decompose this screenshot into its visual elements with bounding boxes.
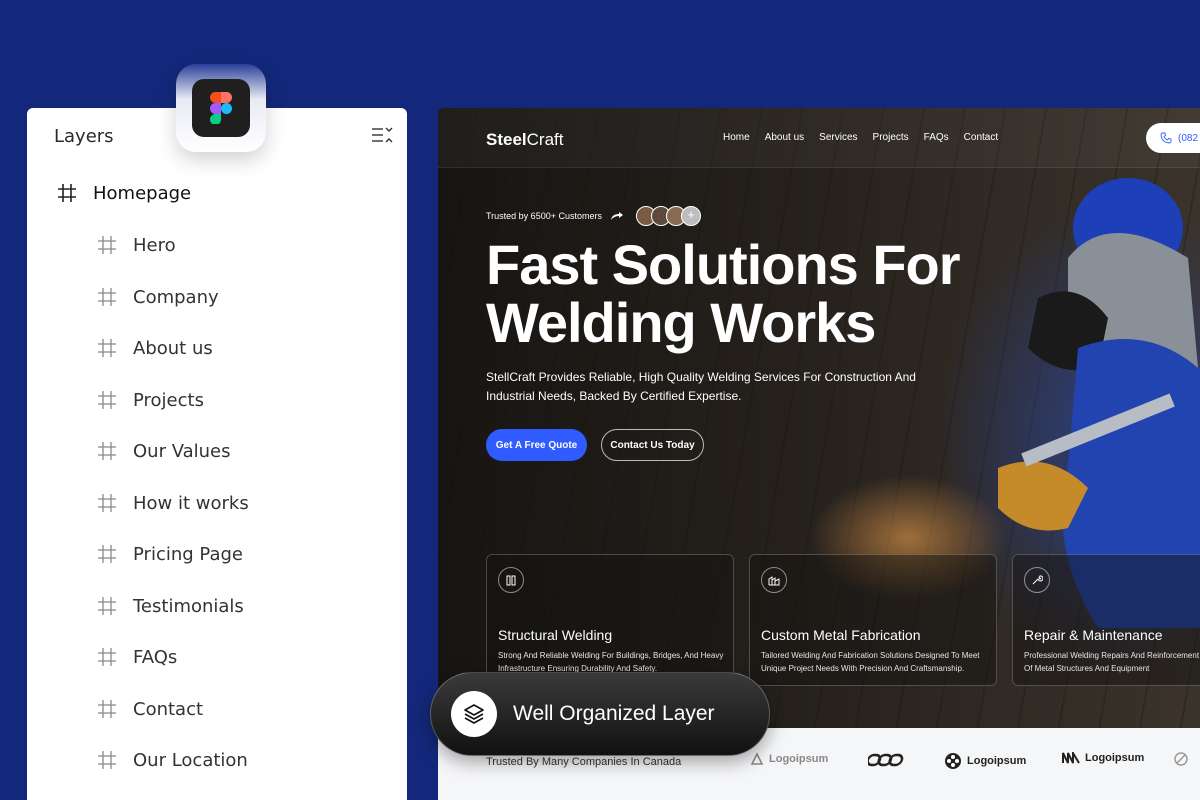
well-organized-layer-badge: Well Organized Layer <box>430 672 770 756</box>
layer-label: Our Values <box>133 440 231 462</box>
service-title: Custom Metal Fabrication <box>761 627 921 643</box>
service-title: Structural Welding <box>498 627 613 643</box>
figma-logo-icon <box>192 79 250 137</box>
nav-faqs[interactable]: FAQs <box>924 132 949 143</box>
phone-icon <box>1160 132 1172 144</box>
layer-label: Company <box>133 286 219 308</box>
curved-arrow-icon <box>610 212 623 220</box>
client-logo-1: Logoipsum <box>750 752 828 766</box>
contact-us-button[interactable]: Contact Us Today <box>601 429 704 461</box>
layer-label: Our Location <box>133 749 248 771</box>
factory-icon <box>761 567 787 593</box>
layer-item-about-us[interactable]: About us <box>97 333 213 363</box>
hero-subtitle: StellCraft Provides Reliable, High Quali… <box>486 370 916 403</box>
service-description: Professional Welding Repairs And Reinfor… <box>1024 651 1200 673</box>
layer-label: Testimonials <box>133 595 244 617</box>
frame-icon <box>98 391 116 409</box>
nav-about[interactable]: About us <box>765 132 804 143</box>
slash-circle-logo-icon <box>1174 752 1188 766</box>
client-logo-5 <box>1174 752 1193 766</box>
frame-icon <box>98 236 116 254</box>
customer-avatars: + <box>635 206 701 226</box>
badge-label: Well Organized Layer <box>513 702 715 725</box>
frame-icon <box>98 494 116 512</box>
stripes-logo-icon <box>1062 752 1080 764</box>
frame-icon <box>58 184 76 202</box>
service-title: Repair & Maintenance <box>1024 627 1163 643</box>
get-quote-button[interactable]: Get A Free Quote <box>486 429 587 461</box>
frame-icon <box>98 339 116 357</box>
layer-label: Hero <box>133 234 176 256</box>
layer-item-faqs[interactable]: FAQs <box>97 642 177 672</box>
layer-label: Projects <box>133 389 204 411</box>
hero-title: Fast Solutions For Welding Works <box>486 233 961 354</box>
collapse-menu-icon[interactable] <box>371 126 393 146</box>
avatar-more: + <box>680 206 701 226</box>
trusted-text: Trusted by 6500+ Customers <box>486 211 602 221</box>
frame-icon <box>98 597 116 615</box>
layer-label: About us <box>133 337 213 359</box>
nav-contact[interactable]: Contact <box>964 132 998 143</box>
layers-panel: Layers Homepage Hero Company About us Pr… <box>27 108 407 800</box>
frame-icon <box>98 288 116 306</box>
layer-item-projects[interactable]: Projects <box>97 385 204 415</box>
layer-item-our-location[interactable]: Our Location <box>97 745 248 775</box>
frame-icon <box>98 700 116 718</box>
layer-item-pricing-page[interactable]: Pricing Page <box>97 539 243 569</box>
chain-logo-icon <box>868 753 904 767</box>
nav-home[interactable]: Home <box>723 132 750 143</box>
layers-icon <box>451 691 497 737</box>
layers-title: Layers <box>54 126 114 147</box>
phone-button[interactable]: (082 <box>1146 123 1200 153</box>
service-card-structural[interactable]: Structural Welding Strong And Reliable W… <box>486 554 734 686</box>
layer-item-testimonials[interactable]: Testimonials <box>97 591 244 621</box>
figma-app-badge <box>176 64 266 152</box>
nav-services[interactable]: Services <box>819 132 857 143</box>
layer-item-how-it-works[interactable]: How it works <box>97 488 249 518</box>
phone-number: (082 <box>1178 132 1199 144</box>
layer-label: Contact <box>133 698 204 720</box>
layer-item-contact[interactable]: Contact <box>97 694 203 724</box>
frame-icon <box>98 648 116 666</box>
site-navbar: SteelCraft Home About us Services Projec… <box>438 108 1200 168</box>
layer-item-our-values[interactable]: Our Values <box>97 436 231 466</box>
nav-links: Home About us Services Projects FAQs Con… <box>723 132 998 143</box>
service-card-fabrication[interactable]: Custom Metal Fabrication Tailored Weldin… <box>749 554 997 686</box>
wrench-icon <box>1024 567 1050 593</box>
logoipsum-mark-icon <box>750 752 764 765</box>
site-logo[interactable]: SteelCraft <box>486 130 563 150</box>
client-logo-4: Logoipsum <box>1062 752 1144 764</box>
frame-icon <box>98 751 116 769</box>
layer-label: Homepage <box>93 182 192 204</box>
logos-label: Trusted By Many Companies In Canada <box>486 756 682 768</box>
service-card-repair[interactable]: Repair & Maintenance Professional Weldin… <box>1012 554 1200 686</box>
circle-logo-icon <box>945 753 961 769</box>
layer-label: FAQs <box>133 646 178 668</box>
client-logo-3: Logoipsum <box>944 752 1026 770</box>
frame-icon <box>98 545 116 563</box>
layer-label: How it works <box>133 492 249 514</box>
nav-projects[interactable]: Projects <box>873 132 909 143</box>
layer-item-company[interactable]: Company <box>97 282 219 312</box>
layer-item-homepage[interactable]: Homepage <box>57 178 191 208</box>
service-description: Tailored Welding And Fabrication Solutio… <box>761 651 980 673</box>
layer-item-hero[interactable]: Hero <box>97 230 176 260</box>
building-icon <box>498 567 524 593</box>
layer-label: Pricing Page <box>133 543 243 565</box>
trusted-badge: Trusted by 6500+ Customers + <box>486 206 701 226</box>
client-logo-2 <box>868 752 911 768</box>
frame-icon <box>98 442 116 460</box>
